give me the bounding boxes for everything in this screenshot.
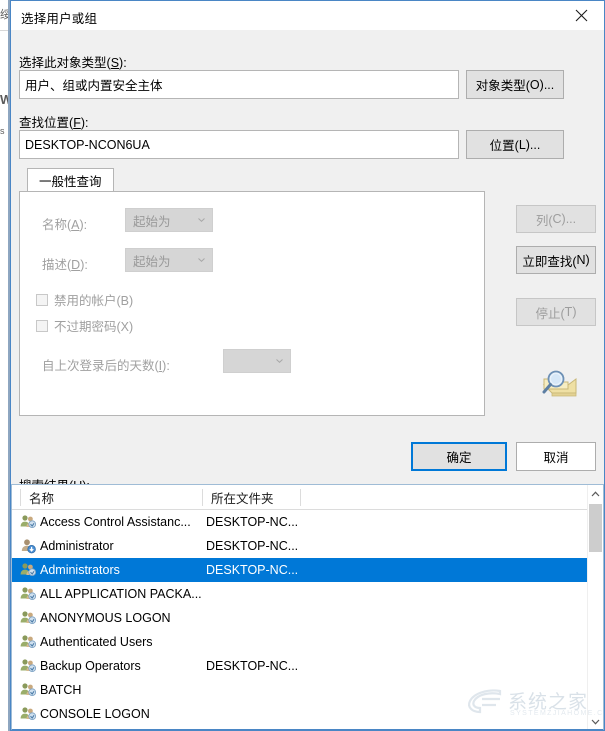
close-button[interactable] <box>559 1 604 30</box>
row-name: Administrator <box>40 539 114 553</box>
object-type-label: 选择此对象类型(S): <box>19 56 127 70</box>
table-row[interactable]: CONSOLE LOGON <box>12 702 589 726</box>
description-condition-select[interactable]: 起始为 <box>125 248 213 272</box>
row-name: Access Control Assistanc... <box>40 515 191 529</box>
non-expiring-password-checkbox[interactable]: 不过期密码(X) <box>36 316 133 335</box>
group-icon <box>20 683 36 697</box>
name-label: 名称(A): <box>42 218 88 232</box>
chevron-up-icon <box>591 490 600 496</box>
table-row[interactable]: Administrators DESKTOP-NC... <box>12 558 589 582</box>
table-row[interactable]: CREATOR GROUP <box>12 726 589 729</box>
object-type-value: 用户、组或内置安全主体 <box>25 79 163 93</box>
list-header-row: 名称 所在文件夹 <box>12 485 603 510</box>
group-icon <box>20 659 36 673</box>
scrollbar-thumb[interactable] <box>589 504 602 552</box>
days-since-logon-select[interactable] <box>223 349 291 373</box>
row-name: Backup Operators <box>40 659 141 673</box>
group-icon <box>20 515 36 529</box>
object-types-button[interactable]: 对象类型(O)... <box>466 70 564 99</box>
table-row[interactable]: Administrator DESKTOP-NC... <box>12 534 589 558</box>
dialog-body: 选择此对象类型(S): 用户、组或内置安全主体 对象类型(O)... 查找位置(… <box>11 30 604 470</box>
chevron-down-icon <box>276 359 283 363</box>
locations-button[interactable]: 位置(L)... <box>466 130 564 159</box>
row-folder: DESKTOP-NC... <box>206 659 299 673</box>
row-name: CONSOLE LOGON <box>40 707 150 721</box>
scrollbar-down-button[interactable] <box>588 713 603 729</box>
name-condition-select[interactable]: 起始为 <box>125 208 213 232</box>
days-since-logon-label: 自上次登录后的天数(I): <box>42 359 170 373</box>
table-row[interactable]: Backup Operators DESKTOP-NC... <box>12 654 589 678</box>
row-folder: DESKTOP-NC... <box>206 563 299 577</box>
disabled-accounts-checkbox[interactable]: 禁用的帐户(B) <box>36 290 133 309</box>
row-folder: DESKTOP-NC... <box>206 515 299 529</box>
list-scrollbar[interactable] <box>587 485 603 729</box>
chevron-down-icon <box>198 258 205 262</box>
tab-general-query-label: 一般性查询 <box>39 175 102 189</box>
row-name: CREATOR GROUP <box>40 726 149 729</box>
group-icon <box>20 635 36 649</box>
group-icon <box>20 563 36 577</box>
search-results-list[interactable]: 名称 所在文件夹 Access Control Assistanc... DESK… <box>11 484 604 730</box>
scrollbar-up-button[interactable] <box>588 485 603 502</box>
ok-button[interactable]: 确定 <box>411 442 507 471</box>
group-icon <box>20 587 36 601</box>
row-name: ALL APPLICATION PACKA... <box>40 587 202 601</box>
user-icon <box>21 539 36 554</box>
select-users-or-groups-dialog: 选择用户或组 选择此对象类型(S): 用户、组或内置安全主体 对象类型(O)..… <box>10 0 605 731</box>
stop-button[interactable]: 停止(T) <box>516 298 596 326</box>
table-row[interactable]: Authenticated Users <box>12 630 589 654</box>
table-row[interactable]: BATCH <box>12 678 589 702</box>
column-header-folder[interactable]: 所在文件夹 <box>203 485 300 509</box>
chevron-down-icon <box>198 218 205 222</box>
tab-strip: 一般性查询 <box>19 168 485 192</box>
row-folder: DESKTOP-NC... <box>206 539 299 553</box>
find-now-button[interactable]: 立即查找(N) <box>516 246 596 274</box>
table-row[interactable]: ALL APPLICATION PACKA... <box>12 582 589 606</box>
column-separator <box>300 489 301 506</box>
row-name: Administrators <box>40 563 120 577</box>
table-row[interactable]: ANONYMOUS LOGON <box>12 606 589 630</box>
title-bar: 选择用户或组 <box>11 1 604 30</box>
cancel-button[interactable]: 取消 <box>516 442 596 471</box>
disabled-accounts-label: 禁用的帐户(B) <box>54 294 134 308</box>
window-title: 选择用户或组 <box>21 12 98 26</box>
columns-button[interactable]: 列(C)... <box>516 205 596 233</box>
general-query-panel: 名称(A): 起始为 描述(D): 起始为 禁用的帐户(B) 不过期密码(X) <box>19 191 485 416</box>
description-label: 描述(D): <box>42 258 88 272</box>
checkbox-box <box>36 319 48 332</box>
non-expiring-password-label: 不过期密码(X) <box>54 320 134 334</box>
row-name: ANONYMOUS LOGON <box>40 611 171 625</box>
location-input[interactable]: DESKTOP-NCON6UA <box>19 130 459 159</box>
checkbox-box <box>36 293 48 306</box>
table-row[interactable]: Access Control Assistanc... DESKTOP-NC... <box>12 510 589 534</box>
close-icon <box>575 9 588 22</box>
column-header-name[interactable]: 名称 <box>21 485 202 509</box>
location-value: DESKTOP-NCON6UA <box>25 137 150 152</box>
group-icon <box>20 707 36 721</box>
list-rows-container: Access Control Assistanc... DESKTOP-NC...… <box>12 510 589 729</box>
name-condition-value: 起始为 <box>133 214 171 229</box>
cancel-button-label: 取消 <box>543 451 569 465</box>
tab-general-query[interactable]: 一般性查询 <box>27 168 114 192</box>
row-name: Authenticated Users <box>40 635 153 649</box>
description-condition-value: 起始为 <box>133 254 171 269</box>
row-name: BATCH <box>40 683 82 697</box>
chevron-down-icon <box>591 719 600 725</box>
background-window-sliver: 绥 W s <box>0 0 10 731</box>
group-icon <box>20 611 36 625</box>
search-folder-icon <box>542 370 577 397</box>
location-label: 查找位置(F): <box>19 116 89 130</box>
ok-button-label: 确定 <box>446 451 472 465</box>
object-type-input[interactable]: 用户、组或内置安全主体 <box>19 70 459 99</box>
